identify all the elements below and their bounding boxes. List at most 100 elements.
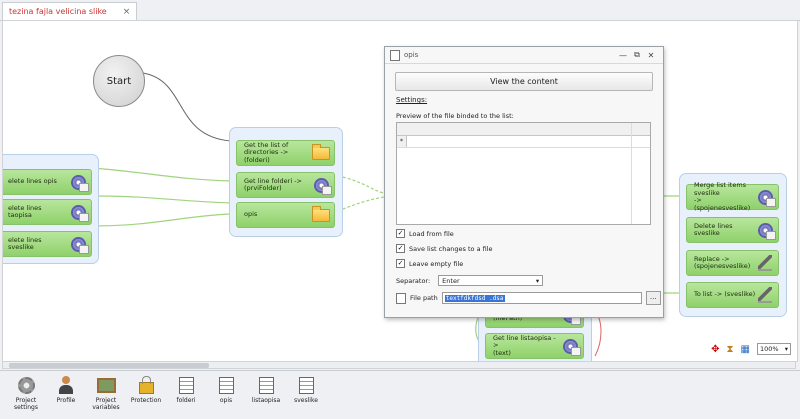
node-to-list[interactable]: To list -> (sveslike)	[686, 282, 779, 308]
gear-icon	[561, 337, 581, 356]
minimize-icon[interactable]: —	[616, 51, 630, 60]
board-icon	[96, 375, 116, 395]
checkbox-box[interactable]: ✓	[396, 229, 405, 238]
zoom-value: 100%	[760, 345, 779, 353]
node-delete-lines-sveslike-right[interactable]: Delete lines sveslike	[686, 217, 779, 243]
checkbox-box[interactable]: ✓	[396, 244, 405, 253]
project-settings-button[interactable]: Project settings	[8, 375, 44, 411]
list-listaopisa-button[interactable]: listaopisa	[248, 375, 284, 404]
checkbox-label: Load from file	[409, 229, 454, 238]
close-icon[interactable]: ✕	[644, 51, 658, 60]
grid-header	[397, 123, 650, 136]
right-node-group: Merge list items sveslike -> (spojenesve…	[679, 173, 787, 317]
toolbar-label: opis	[219, 397, 233, 404]
load-from-file-checkbox[interactable]: ✓ Load from file	[396, 229, 454, 238]
node-delete-lines-listaopisa[interactable]: elete lines taopisa	[3, 199, 92, 225]
toolbar-label: Protection	[130, 397, 162, 404]
list-sveslike-button[interactable]: sveslike	[288, 375, 324, 404]
gear-icon	[69, 203, 89, 222]
file-path-label: File path	[410, 294, 438, 302]
node-get-line-folderi[interactable]: Get line folderi -> (prviFolder)	[236, 172, 335, 198]
node-get-line-listaopisa[interactable]: Get line listaopisa -> (text)	[485, 333, 584, 359]
toolbar-label: Project settings	[14, 397, 38, 411]
project-variables-button[interactable]: Project variables	[88, 375, 124, 411]
folder-icon	[312, 143, 330, 162]
separator-label: Separator:	[396, 276, 431, 285]
node-delete-lines-opis[interactable]: elete lines opis	[3, 169, 92, 195]
hourglass-icon[interactable]: ⧗	[727, 344, 734, 355]
checkbox-label: Save list changes to a file	[409, 244, 493, 253]
list-opis-button[interactable]: opis	[208, 375, 244, 404]
list-icon	[256, 375, 276, 395]
node-label: elete lines taopisa	[8, 203, 42, 219]
gear-icon	[312, 176, 332, 195]
node-replace[interactable]: Replace -> (spojenesveslike)	[686, 250, 779, 276]
tab-project[interactable]: tezina fajla velicina slike ×	[2, 2, 138, 20]
start-node[interactable]: Start	[93, 55, 145, 107]
view-content-button[interactable]: View the content	[395, 72, 653, 91]
list-properties-dialog: opis — ⧉ ✕ View the content Settings: Pr…	[384, 46, 664, 318]
settings-label: Settings:	[396, 96, 428, 104]
node-label: Get line folderi -> (prviFolder)	[244, 176, 302, 192]
workflow-canvas[interactable]: Start elete lines opis elete lines taopi…	[2, 20, 798, 362]
node-label: Get the list of directories -> (folderi)	[244, 140, 289, 164]
pen-icon	[756, 254, 774, 272]
toolbar-label: Project variables	[92, 397, 120, 411]
file-path-value: textfdkfdsd .dsa	[444, 294, 505, 302]
zoom-select[interactable]: 100% ▾	[757, 343, 791, 355]
leave-empty-file-checkbox[interactable]: ✓ Leave empty file	[396, 259, 463, 268]
browse-button[interactable]: ...	[645, 291, 661, 305]
move-icon[interactable]: ✥	[711, 344, 719, 355]
chevron-down-icon: ▾	[535, 276, 540, 285]
list-icon	[296, 375, 316, 395]
list-folderi-button[interactable]: folderi	[168, 375, 204, 404]
profile-button[interactable]: Profile	[48, 375, 84, 404]
grid-icon[interactable]: ▦	[741, 344, 750, 355]
file-icon	[396, 292, 406, 304]
node-label: To list -> (sveslike)	[694, 290, 756, 299]
node-label: opis	[244, 210, 258, 219]
start-label: Start	[106, 75, 132, 87]
node-delete-lines-sveslike[interactable]: elete lines sveslike	[3, 231, 92, 257]
preview-grid[interactable]: *	[396, 122, 651, 225]
preview-label: Preview of the file binded to the list:	[396, 112, 514, 120]
gear-icon	[69, 235, 89, 254]
protection-button[interactable]: Protection	[128, 375, 164, 404]
person-icon	[56, 375, 76, 395]
file-path-input[interactable]: textfdkfdsd .dsa	[441, 292, 642, 304]
gear-icon	[16, 375, 36, 395]
lock-icon	[136, 375, 156, 395]
checkbox-box[interactable]: ✓	[396, 259, 405, 268]
close-icon[interactable]: ×	[123, 7, 131, 17]
middle-node-group: Get the list of directories -> (folderi)…	[229, 127, 343, 237]
table-row[interactable]: *	[397, 136, 650, 148]
node-opis[interactable]: opis	[236, 202, 335, 228]
checkbox-label: Leave empty file	[409, 259, 464, 268]
separator-value: Enter	[442, 276, 460, 285]
gear-icon	[69, 173, 89, 192]
grid-divider	[631, 123, 632, 224]
tab-strip: tezina fajla velicina slike ×	[0, 0, 800, 21]
pen-icon	[756, 286, 774, 304]
new-row-marker: *	[397, 136, 407, 147]
list-icon	[390, 49, 400, 61]
node-label: Replace -> (spojenesveslike)	[694, 254, 751, 270]
horizontal-scrollbar[interactable]	[2, 361, 796, 369]
node-merge-list-items[interactable]: Merge list items sveslike -> (spojenesve…	[686, 181, 779, 211]
node-label: elete lines opis	[8, 177, 57, 186]
separator-row: Separator: Enter ▾	[396, 275, 544, 286]
file-path-row: File path textfdkfdsd .dsa ...	[396, 291, 661, 305]
scrollbar-thumb[interactable]	[9, 363, 209, 368]
separator-select[interactable]: Enter ▾	[438, 275, 544, 286]
toolbar-label: listaopisa	[251, 397, 281, 404]
restore-icon[interactable]: ⧉	[630, 50, 644, 60]
dialog-titlebar[interactable]: opis — ⧉ ✕	[385, 47, 663, 64]
toolbar-label: folderi	[176, 397, 196, 404]
chevron-down-icon: ▾	[784, 345, 788, 353]
node-label: Delete lines sveslike	[694, 221, 733, 237]
save-list-changes-checkbox[interactable]: ✓ Save list changes to a file	[396, 244, 493, 253]
node-label: elete lines sveslike	[8, 235, 42, 251]
node-get-directories[interactable]: Get the list of directories -> (folderi)	[236, 140, 335, 166]
folder-icon	[312, 205, 330, 224]
bottom-toolbar: Project settings Profile Project variabl…	[0, 370, 800, 419]
